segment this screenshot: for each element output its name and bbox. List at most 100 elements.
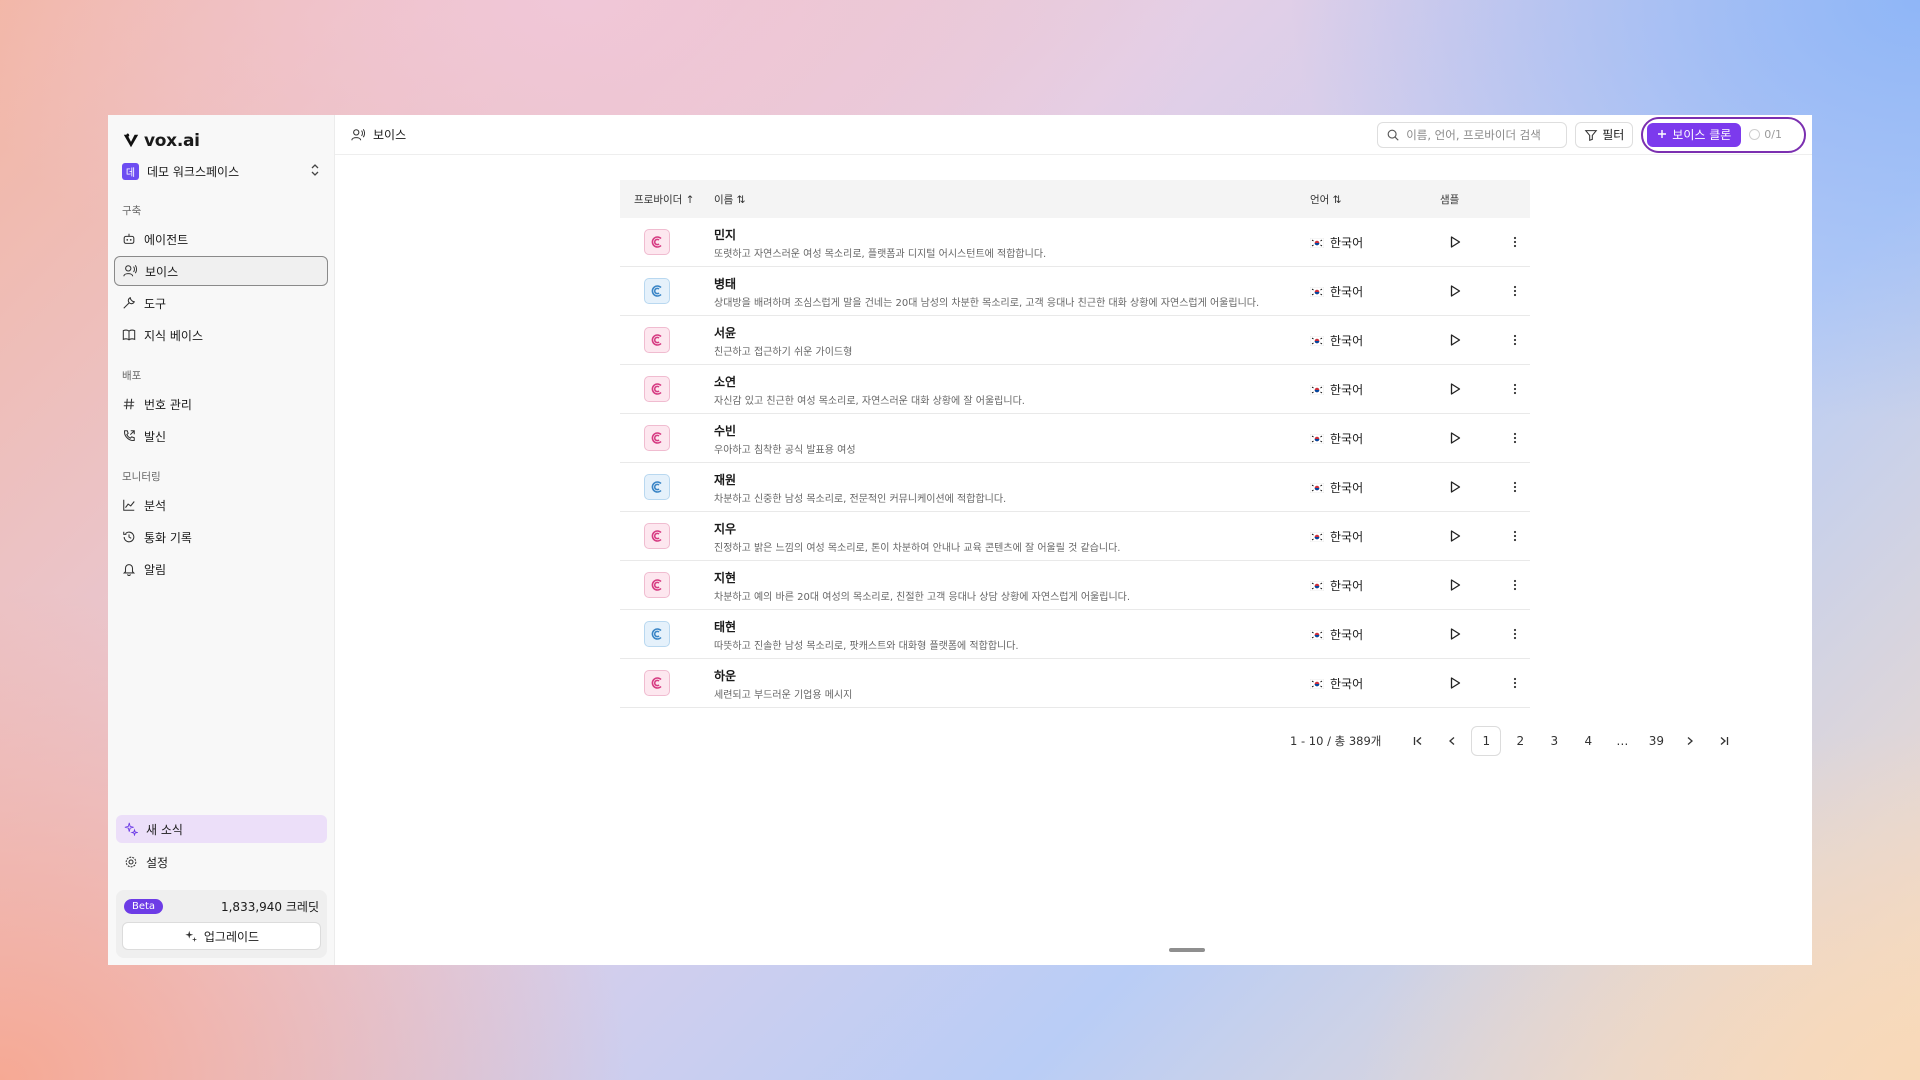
play-icon[interactable]: [1448, 431, 1462, 445]
korea-flag-icon: [1309, 335, 1325, 347]
table-row[interactable]: 수빈 우아하고 침착한 공식 발표용 여성 한국어: [620, 414, 1530, 463]
provider-cell: [620, 523, 714, 549]
sidebar-item-label: 새 소식: [146, 822, 183, 837]
provider-cell: [620, 621, 714, 647]
more-options-icon[interactable]: [1500, 530, 1530, 542]
korea-flag-icon: [1309, 433, 1325, 445]
provider-logo-icon: [644, 278, 670, 304]
page-button[interactable]: 1: [1471, 726, 1502, 756]
voice-name: 민지: [714, 228, 737, 242]
progress-ring-icon: [1749, 129, 1761, 140]
voice-icon: [123, 264, 137, 278]
more-options-icon[interactable]: [1500, 432, 1530, 444]
table-row[interactable]: 서윤 친근하고 접근하기 쉬운 가이드형 한국어: [620, 316, 1530, 365]
voice-name: 수빈: [714, 424, 737, 438]
upgrade-button[interactable]: 업그레이드: [122, 922, 321, 950]
voice-name: 병태: [714, 277, 737, 291]
credit-panel: Beta 1,833,940 크레딧 업그레이드: [116, 890, 327, 958]
sidebar-item[interactable]: 분석: [114, 490, 328, 520]
korea-flag-icon: [1309, 482, 1325, 494]
name-cell: 수빈 우아하고 침착한 공식 발표용 여성: [714, 420, 1310, 456]
voice-clone-button[interactable]: 보이스 클론: [1647, 122, 1742, 147]
sidebar-item[interactable]: 발신: [114, 421, 328, 451]
column-header-provider[interactable]: 프로바이더 ↑: [620, 192, 714, 207]
sidebar-item[interactable]: 지식 베이스: [114, 320, 328, 350]
language-label: 한국어: [1330, 431, 1364, 446]
more-options-icon[interactable]: [1500, 285, 1530, 297]
play-icon[interactable]: [1448, 480, 1462, 494]
prev-page-icon[interactable]: [1437, 726, 1467, 756]
page-button[interactable]: 39: [1641, 726, 1671, 756]
sample-cell: [1440, 627, 1500, 641]
sidebar-item-news[interactable]: 새 소식: [116, 815, 327, 843]
column-header-language[interactable]: 언어 ⇅: [1310, 192, 1440, 207]
sort-asc-icon: ↑: [685, 193, 695, 206]
pagination-summary: 1 - 10 / 총 389개: [1290, 734, 1382, 748]
sidebar-item[interactable]: 통화 기록: [114, 522, 328, 552]
language-cell: 한국어: [1309, 381, 1440, 398]
filter-button[interactable]: 필터: [1575, 121, 1634, 148]
more-options-icon[interactable]: [1500, 334, 1530, 346]
page-button[interactable]: 3: [1539, 726, 1569, 756]
korea-flag-icon: [1309, 531, 1325, 543]
play-icon[interactable]: [1448, 333, 1462, 347]
sidebar-item[interactable]: 번호 관리: [114, 389, 328, 419]
table-row[interactable]: 지현 차분하고 예의 바른 20대 여성의 목소리로, 친절한 고객 응대나 상…: [620, 561, 1530, 610]
search-box[interactable]: [1377, 121, 1568, 148]
more-options-icon[interactable]: [1500, 236, 1530, 248]
search-input[interactable]: [1406, 127, 1557, 142]
play-icon[interactable]: [1448, 627, 1462, 641]
history-icon: [122, 530, 136, 544]
more-options-icon[interactable]: [1500, 383, 1530, 395]
language-cell: 한국어: [1309, 626, 1440, 643]
sidebar-item-label: 분석: [144, 498, 167, 513]
plus-icon: [1657, 128, 1667, 142]
language-cell: 한국어: [1309, 234, 1440, 251]
sidebar-item[interactable]: 보이스: [114, 256, 328, 286]
play-icon[interactable]: [1448, 284, 1462, 298]
sparkles-icon: [124, 822, 138, 836]
sidebar-item[interactable]: 에이전트: [114, 224, 328, 254]
first-page-icon[interactable]: [1403, 726, 1433, 756]
table-row[interactable]: 태현 따뜻하고 진솔한 남성 목소리로, 팟캐스트와 대화형 플랫폼에 적합합니…: [620, 610, 1530, 659]
table-row[interactable]: 소연 자신감 있고 친근한 여성 목소리로, 자연스러운 대화 상황에 잘 어울…: [620, 365, 1530, 414]
table-row[interactable]: 하운 세련되고 부드러운 기업용 메시지 한국어: [620, 659, 1530, 708]
page-button[interactable]: 4: [1573, 726, 1603, 756]
voice-icon: [351, 128, 365, 142]
name-cell: 지현 차분하고 예의 바른 20대 여성의 목소리로, 친절한 고객 응대나 상…: [714, 567, 1310, 603]
play-icon[interactable]: [1448, 529, 1462, 543]
language-cell: 한국어: [1309, 675, 1440, 692]
play-icon[interactable]: [1448, 676, 1462, 690]
play-icon[interactable]: [1448, 235, 1462, 249]
app-logo[interactable]: vox.ai: [114, 125, 328, 153]
more-options-icon[interactable]: [1500, 628, 1530, 640]
provider-logo-icon: [644, 376, 670, 402]
next-page-icon[interactable]: [1675, 726, 1705, 756]
provider-logo-icon: [644, 572, 670, 598]
play-icon[interactable]: [1448, 578, 1462, 592]
language-label: 한국어: [1330, 578, 1364, 593]
more-options-icon[interactable]: [1500, 579, 1530, 591]
last-page-icon[interactable]: [1709, 726, 1739, 756]
page-button[interactable]: 2: [1505, 726, 1535, 756]
search-icon: [1386, 128, 1400, 142]
provider-cell: [620, 327, 714, 353]
more-options-icon[interactable]: [1500, 677, 1530, 689]
sidebar-item[interactable]: 알림: [114, 554, 328, 584]
column-header-sample: 샘플: [1440, 193, 1460, 206]
resize-handle[interactable]: [1169, 948, 1205, 952]
table-row[interactable]: 지우 진정하고 밝은 느낌의 여성 목소리로, 톤이 차분하여 안내나 교육 콘…: [620, 512, 1530, 561]
table-row[interactable]: 민지 또렷하고 자연스러운 여성 목소리로, 플랫폼과 디지털 어시스턴트에 적…: [620, 218, 1530, 267]
sidebar-item-settings[interactable]: 설정: [116, 848, 327, 876]
voice-description: 자신감 있고 친근한 여성 목소리로, 자연스러운 대화 상황에 잘 어울립니다…: [714, 396, 1025, 407]
more-options-icon[interactable]: [1500, 481, 1530, 493]
clone-count: 0/1: [1764, 128, 1782, 141]
provider-logo-icon: [644, 474, 670, 500]
play-icon[interactable]: [1448, 382, 1462, 396]
sidebar-item[interactable]: 도구: [114, 288, 328, 318]
voice-clone-label: 보이스 클론: [1672, 128, 1732, 142]
table-row[interactable]: 병태 상대방을 배려하며 조심스럽게 말을 건네는 20대 남성의 차분한 목소…: [620, 267, 1530, 316]
table-row[interactable]: 재원 차분하고 신중한 남성 목소리로, 전문적인 커뮤니케이션에 적합합니다.…: [620, 463, 1530, 512]
workspace-switcher[interactable]: 데 데모 워크스페이스: [114, 157, 328, 185]
column-header-name[interactable]: 이름 ⇅: [714, 192, 1310, 207]
